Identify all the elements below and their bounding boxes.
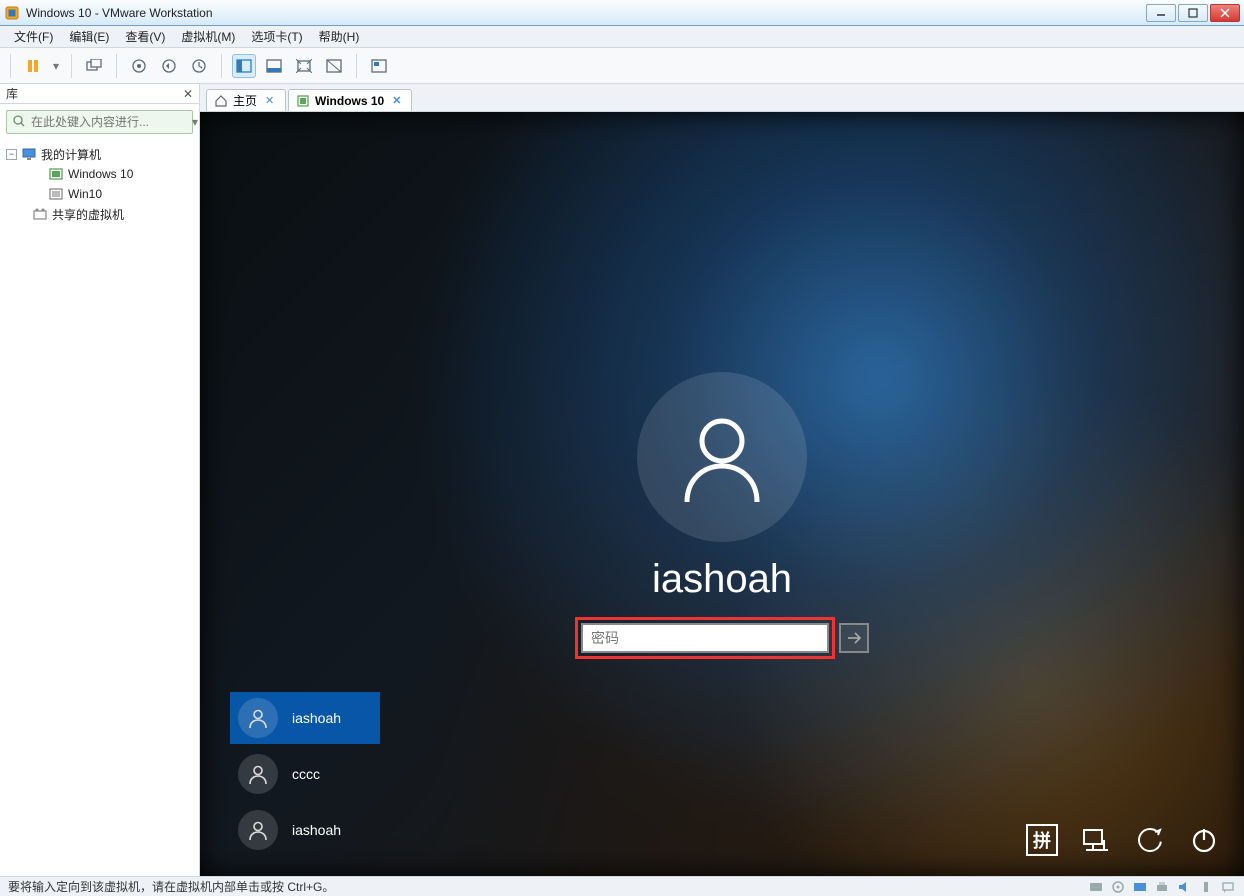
user-name: iashoah (292, 822, 341, 838)
library-panel: 库 ✕ ▾ − 我的计算机 Windows 10 Win10 (0, 84, 200, 876)
menu-tabs[interactable]: 选项卡(T) (243, 26, 310, 47)
pause-button[interactable] (21, 54, 45, 78)
menu-file[interactable]: 文件(F) (6, 26, 61, 47)
stretch-button[interactable] (322, 54, 346, 78)
menu-edit[interactable]: 编辑(E) (61, 26, 117, 47)
unity-button[interactable] (292, 54, 316, 78)
user-item-2[interactable]: iashoah (230, 804, 380, 856)
ease-of-access-icon[interactable] (1134, 824, 1166, 856)
menu-help[interactable]: 帮助(H) (311, 26, 368, 47)
vm-icon (48, 186, 64, 202)
usb-icon[interactable] (1198, 880, 1214, 894)
send-ctrl-alt-del-button[interactable] (82, 54, 106, 78)
vm-icon (48, 166, 64, 182)
thumbnail-button[interactable] (367, 54, 391, 78)
menu-view[interactable]: 查看(V) (117, 26, 173, 47)
vm-console[interactable]: iashoah iashoah ccc (200, 112, 1244, 876)
user-list: iashoah cccc iashoah (230, 692, 380, 856)
user-avatar-icon (238, 810, 278, 850)
username-label: iashoah (652, 557, 792, 602)
submit-button[interactable] (839, 623, 869, 653)
user-avatar-icon (238, 698, 278, 738)
library-search-input[interactable] (31, 115, 186, 129)
tree-label: 共享的虚拟机 (52, 206, 124, 223)
vm-icon (297, 95, 309, 107)
menu-vm[interactable]: 虚拟机(M) (173, 26, 243, 47)
tree-label: Windows 10 (68, 167, 133, 181)
tree-shared-vms[interactable]: 共享的虚拟机 (6, 204, 193, 224)
disk-icon[interactable] (1088, 880, 1104, 894)
tab-home[interactable]: 主页 ✕ (206, 89, 286, 111)
ime-button[interactable]: 拼 (1026, 824, 1058, 856)
view-fullscreen-button[interactable] (262, 54, 286, 78)
home-icon (215, 95, 227, 107)
manage-snapshot-button[interactable] (187, 54, 211, 78)
tree-vm-win10[interactable]: Win10 (6, 184, 193, 204)
shared-icon (32, 206, 48, 222)
status-message: 要将输入定向到该虚拟机，请在虚拟机内部单击或按 Ctrl+G。 (8, 878, 1088, 895)
tab-label: Windows 10 (315, 94, 384, 108)
tree-label: Win10 (68, 187, 102, 201)
minimize-button[interactable] (1146, 4, 1176, 22)
user-avatar-icon (238, 754, 278, 794)
power-dropdown[interactable]: ▾ (51, 59, 61, 73)
revert-snapshot-button[interactable] (157, 54, 181, 78)
tree-label: 我的计算机 (41, 146, 101, 163)
network-icon[interactable] (1080, 824, 1112, 856)
search-icon (13, 115, 25, 130)
network-adapter-icon[interactable] (1132, 880, 1148, 894)
close-button[interactable] (1210, 4, 1240, 22)
tabstrip: 主页 ✕ Windows 10 ✕ (200, 84, 1244, 112)
window-title: Windows 10 - VMware Workstation (26, 6, 1146, 20)
monitor-icon (21, 146, 37, 162)
content-area: 主页 ✕ Windows 10 ✕ iashoah (200, 84, 1244, 876)
app-icon (4, 5, 20, 21)
password-input[interactable] (581, 623, 829, 653)
tree-my-computer[interactable]: − 我的计算机 (6, 144, 193, 164)
library-tree: − 我的计算机 Windows 10 Win10 共享的虚拟机 (0, 140, 199, 228)
printer-icon[interactable] (1154, 880, 1170, 894)
tab-close-icon[interactable]: ✕ (390, 94, 403, 107)
library-close-icon[interactable]: ✕ (183, 87, 193, 101)
user-item-1[interactable]: cccc (230, 748, 380, 800)
menubar: 文件(F) 编辑(E) 查看(V) 虚拟机(M) 选项卡(T) 帮助(H) (0, 26, 1244, 48)
collapse-icon[interactable]: − (6, 149, 17, 160)
status-icons (1088, 880, 1236, 894)
password-highlight (575, 617, 835, 659)
tab-label: 主页 (233, 92, 257, 109)
power-icon[interactable] (1188, 824, 1220, 856)
sound-icon[interactable] (1176, 880, 1192, 894)
message-icon[interactable] (1220, 880, 1236, 894)
user-avatar (637, 372, 807, 542)
lock-actions: 拼 (1026, 824, 1220, 856)
tree-vm-windows10[interactable]: Windows 10 (6, 164, 193, 184)
toolbar: ▾ (0, 48, 1244, 84)
library-title: 库 (6, 85, 183, 102)
maximize-button[interactable] (1178, 4, 1208, 22)
user-name: cccc (292, 766, 320, 782)
user-item-0[interactable]: iashoah (230, 692, 380, 744)
tab-windows10[interactable]: Windows 10 ✕ (288, 89, 412, 111)
tab-close-icon[interactable]: ✕ (263, 94, 276, 107)
cd-icon[interactable] (1110, 880, 1126, 894)
snapshot-button[interactable] (127, 54, 151, 78)
statusbar: 要将输入定向到该虚拟机，请在虚拟机内部单击或按 Ctrl+G。 (0, 876, 1244, 896)
view-console-button[interactable] (232, 54, 256, 78)
library-search-dropdown[interactable]: ▾ (192, 115, 198, 129)
user-name: iashoah (292, 710, 341, 726)
titlebar: Windows 10 - VMware Workstation (0, 0, 1244, 26)
library-search[interactable]: ▾ (6, 110, 193, 134)
